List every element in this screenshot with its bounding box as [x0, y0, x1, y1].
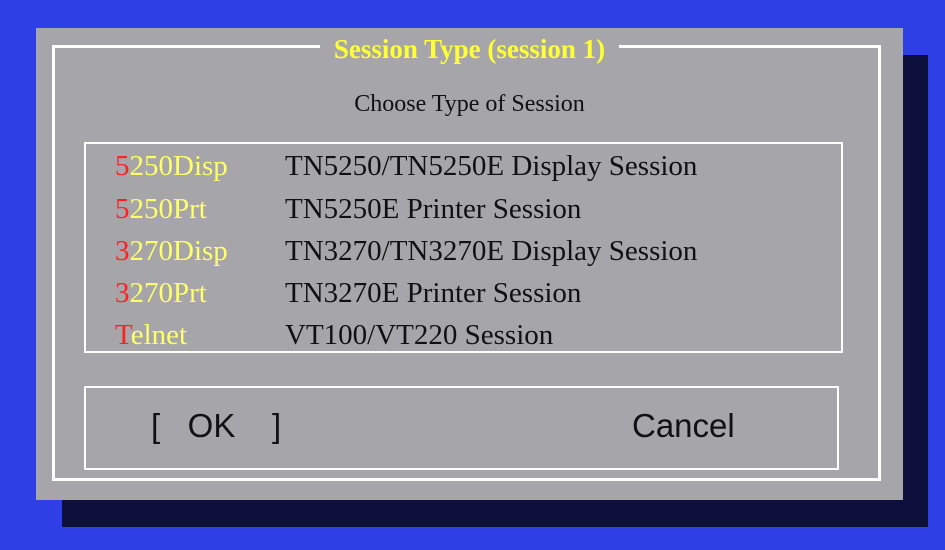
dialog-subtitle: Choose Type of Session	[354, 91, 585, 117]
session-code-rest: 270Prt	[129, 276, 207, 309]
ok-button[interactable]: [ OK ]	[151, 404, 281, 448]
session-description: TN3270E Printer Session	[285, 276, 582, 309]
session-option-telnet[interactable]: Telnet VT100/VT220 Session	[115, 315, 553, 355]
cancel-button[interactable]: Cancel	[632, 404, 735, 448]
session-code-rest: 250Prt	[129, 192, 207, 225]
hotkey-letter: 5	[115, 149, 130, 182]
session-description: TN5250E Printer Session	[285, 192, 582, 225]
session-code-rest: 250Disp	[129, 149, 228, 182]
session-code-rest: elnet	[130, 318, 188, 351]
session-code: 5250Disp	[115, 150, 285, 183]
session-option-3270prt[interactable]: 3270Prt TN3270E Printer Session	[115, 273, 581, 313]
session-code: 3270Disp	[115, 235, 285, 268]
session-type-list: 5250Disp TN5250/TN5250E Display Session …	[84, 142, 843, 353]
session-option-5250disp[interactable]: 5250Disp TN5250/TN5250E Display Session	[115, 146, 697, 186]
session-option-3270disp[interactable]: 3270Disp TN3270/TN3270E Display Session	[115, 231, 697, 271]
session-code: 5250Prt	[115, 193, 285, 226]
session-code: 3270Prt	[115, 277, 285, 310]
dialog-title: Session Type (session 1)	[319, 32, 620, 66]
hotkey-letter: 3	[115, 276, 130, 309]
session-code: Telnet	[115, 319, 285, 352]
button-bar: [ OK ] Cancel	[84, 386, 839, 470]
hotkey-letter: 5	[115, 192, 130, 225]
hotkey-letter: T	[115, 318, 131, 351]
session-option-5250prt[interactable]: 5250Prt TN5250E Printer Session	[115, 189, 581, 229]
dialog-title-wrap: Session Type (session 1)	[36, 32, 903, 66]
session-description: VT100/VT220 Session	[285, 318, 554, 351]
session-description: TN5250/TN5250E Display Session	[285, 149, 698, 182]
session-type-dialog: Session Type (session 1) Choose Type of …	[36, 28, 903, 500]
session-code-rest: 270Disp	[129, 234, 228, 267]
session-description: TN3270/TN3270E Display Session	[285, 234, 698, 267]
hotkey-letter: 3	[115, 234, 130, 267]
